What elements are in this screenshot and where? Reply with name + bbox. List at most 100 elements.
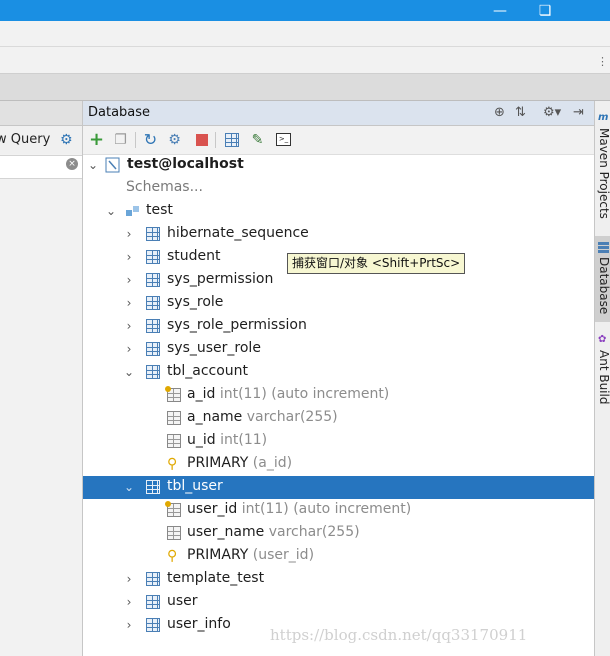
chevron-right-icon[interactable]: ›	[123, 617, 135, 633]
tree-column-node[interactable]: u_id int(11)	[83, 430, 594, 453]
key-name: PRIMARY	[187, 455, 249, 471]
restore-icon[interactable]: ❏	[525, 0, 565, 21]
key-columns: (a_id)	[252, 455, 293, 471]
capture-tooltip: 捕获窗口/对象 <Shift+PrtSc>	[287, 253, 466, 274]
tree-column-node[interactable]: a_id int(11) (auto increment)	[83, 384, 594, 407]
database-toolbar: + ❐ ↻ ⚙ ✎ >_	[83, 126, 594, 155]
chevron-down-icon[interactable]: ⌄	[87, 157, 99, 173]
add-icon[interactable]: +	[88, 129, 105, 150]
chevron-down-icon[interactable]: ⌄	[105, 203, 117, 219]
minimize-icon[interactable]: —	[480, 0, 520, 21]
chevron-right-icon[interactable]: ›	[123, 295, 135, 311]
tree-table-node[interactable]: › sys_role_permission	[83, 315, 594, 338]
key-icon: ⚲	[167, 456, 178, 472]
schema-icon	[125, 203, 141, 219]
table-name: tbl_account	[167, 363, 249, 379]
gear-icon[interactable]: ⚙	[60, 132, 73, 148]
tree-column-node[interactable]: a_name varchar(255)	[83, 407, 594, 430]
hide-icon[interactable]: ⇥	[573, 105, 584, 120]
column-type: int(11)	[220, 432, 268, 448]
key-columns: (user_id)	[252, 547, 315, 563]
column-name: user_id	[187, 501, 238, 517]
tree-column-node[interactable]: user_name varchar(255)	[83, 522, 594, 545]
database-icon	[598, 241, 609, 253]
chevron-down-icon[interactable]: ⌄	[123, 479, 135, 495]
copy-icon[interactable]: ❐	[112, 131, 129, 148]
tree-table-node-selected[interactable]: ⌄ tbl_user	[83, 476, 594, 499]
gear-icon[interactable]: ⚙▾	[543, 105, 561, 120]
chevron-right-icon[interactable]: ›	[123, 272, 135, 288]
key-column-icon	[165, 386, 181, 402]
tree-connection-node[interactable]: ⌄ test@localhost	[83, 154, 594, 177]
console-icon[interactable]: >_	[275, 131, 292, 148]
table-icon	[146, 227, 160, 241]
target-icon[interactable]: ⊕	[494, 105, 505, 120]
maven-projects-tab[interactable]: m Maven Projects	[595, 109, 610, 224]
edit-icon[interactable]: ✎	[249, 131, 266, 148]
schemas-link[interactable]: Schemas...	[126, 179, 203, 195]
table-name: template_test	[167, 570, 265, 586]
toolbar-separator	[215, 132, 216, 148]
database-panel-header: Database ⊕ ⇅ ⚙▾ ⇥	[83, 101, 594, 126]
chevron-right-icon[interactable]: ›	[123, 341, 135, 357]
schema-name: test	[146, 202, 173, 218]
stop-icon[interactable]	[193, 131, 210, 148]
mysql-connection-icon	[105, 157, 121, 173]
table-icon	[146, 296, 160, 310]
table-name: student	[167, 248, 221, 264]
table-name: sys_permission	[167, 271, 274, 287]
column-name: user_name	[187, 524, 265, 540]
table-name: sys_user_role	[167, 340, 261, 356]
table-name: user	[167, 593, 198, 609]
filter-icon[interactable]: ⚙	[166, 131, 183, 148]
chevron-right-icon[interactable]: ›	[123, 571, 135, 587]
left-panel-header	[0, 101, 82, 126]
search-input[interactable]: ×	[0, 155, 82, 179]
table-view-icon[interactable]	[223, 131, 240, 148]
table-icon	[146, 342, 160, 356]
ant-build-tab[interactable]: ✿ Ant Build	[595, 331, 610, 411]
database-tab[interactable]: Database	[595, 236, 610, 322]
tree-key-node[interactable]: ⚲ PRIMARY (user_id)	[83, 545, 594, 568]
refresh-icon[interactable]: ↻	[142, 130, 159, 149]
table-icon	[146, 250, 160, 264]
chevron-right-icon[interactable]: ›	[123, 249, 135, 265]
table-icon	[146, 572, 160, 586]
chevron-right-icon[interactable]: ›	[123, 594, 135, 610]
tree-key-node[interactable]: ⚲ PRIMARY (a_id)	[83, 453, 594, 476]
clear-search-icon[interactable]: ×	[66, 158, 78, 170]
key-column-icon	[165, 501, 181, 517]
tree-schemas-node[interactable]: Schemas...	[83, 177, 594, 200]
ant-icon: ✿	[598, 334, 607, 345]
column-type: int(11) (auto increment)	[219, 386, 390, 402]
column-name: a_name	[187, 409, 243, 425]
collapse-icon[interactable]: ⇅	[515, 105, 526, 120]
chevron-right-icon[interactable]: ›	[123, 226, 135, 242]
more-icon[interactable]: ⋮	[597, 55, 608, 68]
navigation-bar: ⋮	[0, 47, 610, 74]
tree-table-node-expanded[interactable]: ⌄ tbl_account	[83, 361, 594, 384]
table-name: sys_role	[167, 294, 224, 310]
database-label: Database	[597, 257, 610, 315]
tree-table-node[interactable]: › user	[83, 591, 594, 614]
watermark: https://blog.csdn.net/qq33170911	[270, 626, 528, 644]
maven-projects-label: Maven Projects	[597, 128, 610, 219]
table-icon	[146, 273, 160, 287]
ant-build-label: Ant Build	[597, 350, 610, 405]
key-icon: ⚲	[167, 548, 178, 564]
new-query-button[interactable]: w Query	[0, 132, 50, 147]
tree-schema-node[interactable]: ⌄ test	[83, 200, 594, 223]
tree-table-node[interactable]: › hibernate_sequence	[83, 223, 594, 246]
tree-table-node[interactable]: › template_test	[83, 568, 594, 591]
tree-table-node[interactable]: › sys_user_role	[83, 338, 594, 361]
chevron-down-icon[interactable]: ⌄	[123, 364, 135, 380]
window-titlebar: — ❏	[0, 0, 610, 21]
table-name: tbl_user	[167, 478, 223, 494]
tree-table-node[interactable]: › sys_role	[83, 292, 594, 315]
connection-name: test@localhost	[127, 156, 244, 172]
table-name: sys_role_permission	[167, 317, 307, 333]
tree-column-node[interactable]: user_id int(11) (auto increment)	[83, 499, 594, 522]
chevron-right-icon[interactable]: ›	[123, 318, 135, 334]
table-name: user_info	[167, 616, 231, 632]
database-panel-title: Database	[88, 105, 151, 120]
